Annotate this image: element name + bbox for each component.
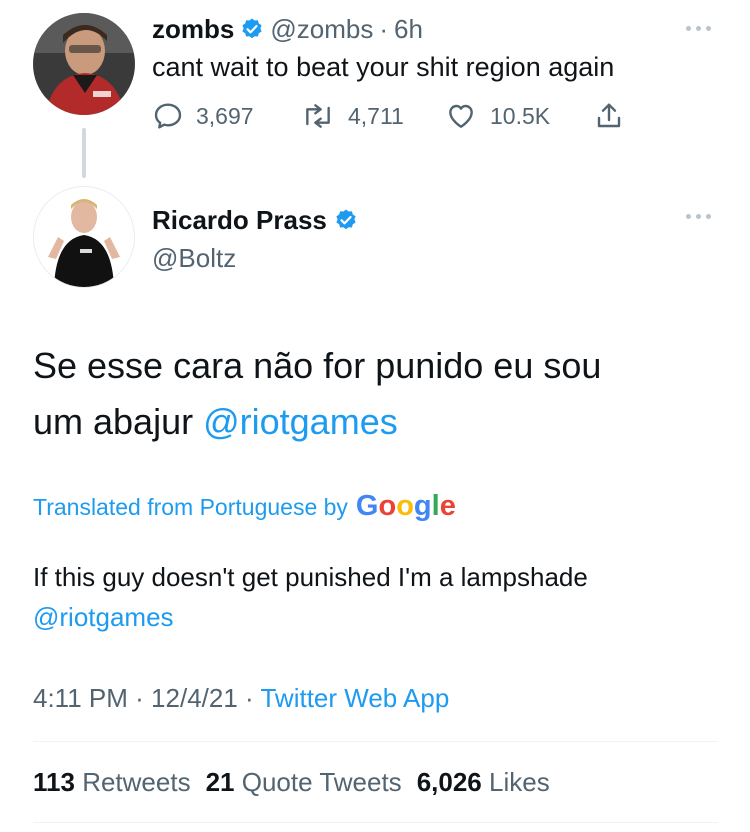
mention-riotgames-link[interactable]: @riotgames xyxy=(203,401,398,442)
reply-more-options-icon[interactable] xyxy=(686,26,711,31)
reply-separator: · xyxy=(379,14,388,44)
stats-top-divider xyxy=(33,741,718,742)
retweet-count: 4,711 xyxy=(348,102,404,129)
meta-separator-2: · xyxy=(245,683,254,713)
google-letter-e: e xyxy=(439,490,456,522)
translated-from-label: Translated from Portuguese by xyxy=(33,494,348,520)
google-letter-l: l xyxy=(431,490,440,522)
quote-tweets-stat[interactable]: 21 Quote Tweets xyxy=(206,764,402,800)
reply-time[interactable]: 6h xyxy=(394,12,423,46)
thread-connector-line xyxy=(82,128,86,178)
google-letter-g2: g xyxy=(413,490,432,522)
main-text-line1: Se esse cara não for punido eu sou xyxy=(33,345,602,386)
translated-mention-link[interactable]: @riotgames xyxy=(33,597,588,637)
main-author-handle[interactable]: @Boltz xyxy=(152,241,236,275)
translated-text: If this guy doesn't get punished I'm a l… xyxy=(33,557,588,637)
reply-action[interactable]: 3,697 xyxy=(152,100,254,132)
heart-icon xyxy=(449,104,473,128)
tweet-date[interactable]: 12/4/21 xyxy=(151,683,238,713)
like-count: 10.5K xyxy=(490,102,551,129)
translated-text-line1: If this guy doesn't get punished I'm a l… xyxy=(33,562,588,592)
quote-tweets-label: Quote Tweets xyxy=(241,767,402,797)
reply-icon xyxy=(154,103,182,129)
avatar-boltz[interactable] xyxy=(33,186,135,288)
quote-tweets-count: 21 xyxy=(205,767,235,797)
reply-count: 3,697 xyxy=(196,102,254,129)
verified-badge-icon xyxy=(334,208,358,232)
meta-separator-1: · xyxy=(135,683,144,713)
tweet-stats: 113 Retweets 21 Quote Tweets 6,026 Likes xyxy=(33,764,550,800)
main-tweet-text: Se esse cara não for punido eu sou um ab… xyxy=(33,338,601,450)
google-letter-o2: o xyxy=(396,490,414,522)
tweet-time[interactable]: 4:11 PM xyxy=(33,683,128,713)
translation-attribution[interactable]: Translated from Portuguese by Google xyxy=(33,490,456,523)
share-icon[interactable] xyxy=(593,100,625,137)
verified-badge-icon xyxy=(240,17,264,41)
retweet-icon xyxy=(306,104,330,128)
like-action[interactable]: 10.5K xyxy=(444,100,550,132)
main-text-line2-prefix: um abajur xyxy=(33,401,194,442)
google-letter-o1: o xyxy=(378,490,397,522)
google-letter-g1: G xyxy=(355,490,379,522)
main-author-name[interactable]: Ricardo Prass xyxy=(152,203,327,237)
retweets-label: Retweets xyxy=(82,767,191,797)
likes-label: Likes xyxy=(489,767,550,797)
reply-author-handle[interactable]: @zombs xyxy=(270,12,373,46)
retweets-stat[interactable]: 113 Retweets xyxy=(33,764,191,800)
retweets-count: 113 xyxy=(33,767,75,797)
google-logo: Google xyxy=(356,490,456,523)
reply-author-name[interactable]: zombs xyxy=(152,12,234,46)
likes-count: 6,026 xyxy=(416,767,482,797)
likes-stat[interactable]: 6,026 Likes xyxy=(417,764,550,800)
main-more-options-icon[interactable] xyxy=(686,214,711,219)
tweet-metadata: 4:11 PM · 12/4/21 · Twitter Web App xyxy=(33,680,449,716)
avatar-zombs[interactable] xyxy=(33,13,135,115)
reply-text: cant wait to beat your shit region again xyxy=(152,52,615,82)
retweet-action[interactable]: 4,711 xyxy=(300,100,404,132)
stats-bottom-divider xyxy=(33,822,718,823)
main-text-line2: um abajur @riotgames xyxy=(33,394,601,450)
tweet-source-link[interactable]: Twitter Web App xyxy=(260,683,449,713)
